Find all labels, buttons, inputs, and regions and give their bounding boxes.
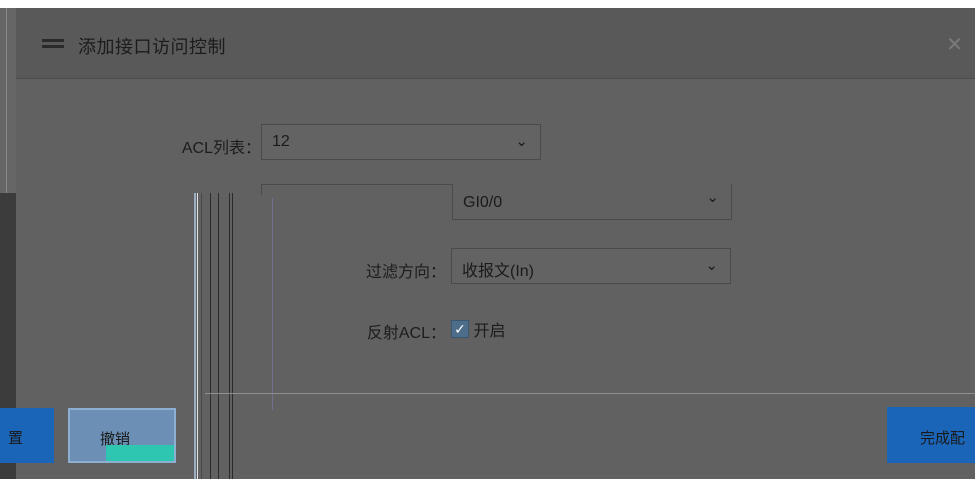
background-page-edge xyxy=(0,8,16,193)
acl-list-label: ACL列表： xyxy=(181,140,261,157)
acl-list-value: 12 xyxy=(272,133,290,150)
reflect-acl-option-label: 开启 xyxy=(473,323,506,340)
chevron-down-icon: ⌄ xyxy=(706,189,719,206)
window-top-strip xyxy=(0,0,975,8)
dialog-title: 添加接口访问控制 xyxy=(78,37,226,57)
interface-select[interactable]: GI0/0 ⌄ xyxy=(452,184,732,220)
footer-divider xyxy=(205,393,975,394)
chevron-down-icon: ⌄ xyxy=(705,257,718,274)
checkbox-checked-icon[interactable]: ✓ xyxy=(451,320,469,338)
reflect-acl-option[interactable]: ✓ 开启 xyxy=(451,317,505,341)
finish-config-button-label: 完成配 xyxy=(920,430,966,447)
cancel-button[interactable]: 撤销 xyxy=(68,408,176,463)
acl-list-select[interactable]: 12 ⌄ xyxy=(261,124,541,160)
reset-button[interactable]: 置 xyxy=(0,408,54,463)
menu-icon xyxy=(42,39,64,53)
cancel-button-accent xyxy=(106,445,174,461)
finish-config-button[interactable]: 完成配 xyxy=(887,407,975,463)
chevron-down-icon: ⌄ xyxy=(515,133,528,150)
dialog-header: 添加接口访问控制 ✕ xyxy=(16,8,975,79)
reset-button-label: 置 xyxy=(8,430,24,447)
interface-value: GI0/0 xyxy=(463,194,503,211)
interface-label xyxy=(146,194,261,202)
direction-label: 过滤方向： xyxy=(365,264,446,281)
reflect-acl-label: 反射ACL： xyxy=(366,325,446,342)
direction-value: 收报文(In) xyxy=(462,263,535,280)
close-icon[interactable]: ✕ xyxy=(946,32,963,57)
direction-select[interactable]: 收报文(In) ⌄ xyxy=(451,248,731,284)
